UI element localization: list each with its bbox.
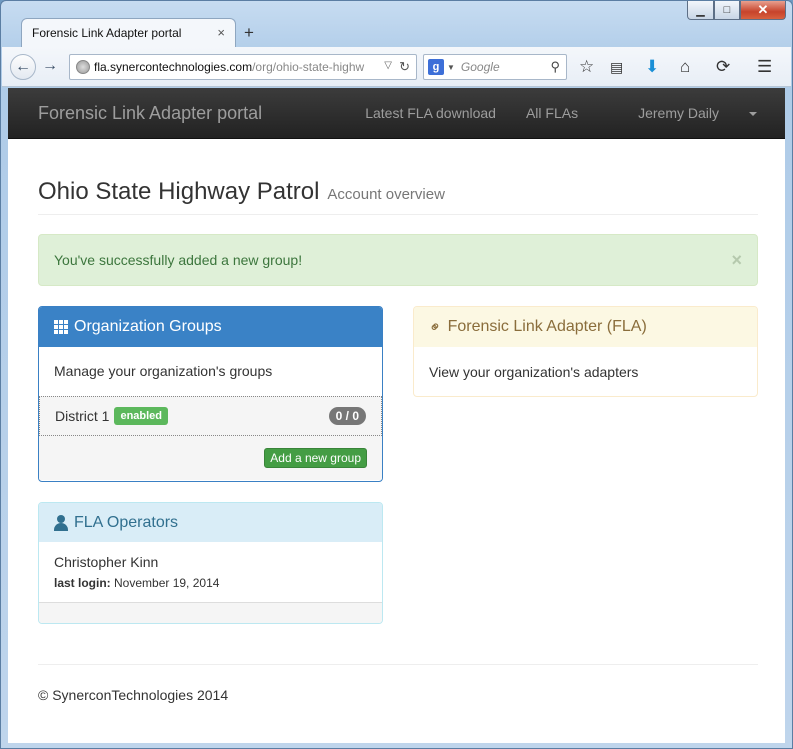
user-icon — [54, 514, 68, 531]
groups-panel-title: Organization Groups — [74, 318, 222, 335]
new-tab-button[interactable]: + — [244, 23, 254, 43]
browser-tab[interactable]: Forensic Link Adapter portal × — [21, 18, 236, 47]
fla-operators-panel: FLA Operators Christopher Kinn last logi… — [38, 502, 383, 624]
user-name: Jeremy Daily — [638, 105, 719, 121]
navbar-brand[interactable]: Forensic Link Adapter portal — [38, 103, 262, 124]
count-badge: 0 / 0 — [328, 407, 366, 425]
back-button[interactable]: ← — [10, 54, 36, 80]
browser-window: ▁ □ ✕ Forensic Link Adapter portal × + ←… — [0, 0, 793, 749]
home-icon[interactable]: ⌂ — [680, 57, 690, 77]
page-header: Ohio State Highway Patrol Account overvi… — [38, 178, 758, 215]
url-dropdown-icon[interactable]: ▽ — [384, 60, 392, 71]
operators-panel-title: FLA Operators — [74, 513, 179, 531]
success-alert: You've successfully added a new group! × — [38, 234, 758, 286]
google-icon[interactable]: g — [428, 59, 444, 75]
nav-latest-download[interactable]: Latest FLA download — [365, 105, 496, 121]
site-navbar: Forensic Link Adapter portal Latest FLA … — [8, 88, 785, 139]
groups-panel-heading: Organization Groups — [39, 307, 382, 347]
fla-panel-description[interactable]: View your organization's adapters — [414, 347, 757, 396]
history-icon[interactable]: ⟳ — [716, 57, 730, 77]
page-subtitle: Account overview — [327, 186, 445, 203]
alert-message: You've successfully added a new group! — [54, 252, 303, 268]
search-icon[interactable]: ⚲ — [550, 59, 560, 75]
browser-toolbar: ← → fla.synercontechnologies.com/org/ohi… — [2, 47, 791, 87]
add-group-button[interactable]: Add a new group — [264, 448, 367, 468]
operators-panel-footer — [39, 602, 382, 623]
groups-panel-footer: Add a new group — [39, 436, 382, 480]
search-box[interactable]: g ▼ Google ⚲ — [423, 54, 567, 80]
minimize-button[interactable]: ▁ — [687, 1, 714, 20]
forward-button[interactable]: → — [42, 57, 58, 75]
menu-icon[interactable]: ☰ — [757, 57, 772, 77]
copyright-text: © SynerconTechnologies 2014 — [38, 687, 229, 703]
search-engine-dropdown-icon[interactable]: ▼ — [447, 63, 455, 72]
bookmarks-list-icon[interactable]: ▤ — [610, 59, 623, 76]
tab-title: Forensic Link Adapter portal — [32, 26, 182, 40]
last-login: last login: November 19, 2014 — [54, 576, 367, 590]
group-name: District 1 — [55, 408, 110, 424]
operator-entry: Christopher Kinn last login: November 19… — [39, 542, 382, 602]
last-login-value: November 19, 2014 — [114, 576, 220, 590]
groups-panel-description: Manage your organization's groups — [54, 363, 273, 379]
page-footer: © SynerconTechnologies 2014 — [38, 664, 758, 703]
nav-user-menu[interactable]: Jeremy Daily — [608, 105, 757, 121]
link-icon: ⚭ — [425, 316, 447, 338]
last-login-label: last login: — [54, 576, 111, 590]
web-page: Forensic Link Adapter portal Latest FLA … — [8, 88, 785, 743]
status-badge: enabled — [114, 407, 169, 425]
fla-panel: ⚭ Forensic Link Adapter (FLA) View your … — [413, 306, 758, 397]
search-placeholder: Google — [460, 60, 500, 74]
list-item[interactable]: District 1 enabled 0 / 0 — [39, 396, 382, 436]
url-domain: fla.synercontechnologies.com — [94, 60, 253, 74]
caret-down-icon — [749, 112, 757, 117]
page-title: Ohio State Highway Patrol — [38, 178, 320, 205]
nav-all-flas[interactable]: All FLAs — [526, 105, 578, 121]
address-bar[interactable]: fla.synercontechnologies.com/org/ohio-st… — [69, 54, 417, 80]
url-path: /org/ohio-state-highw — [252, 60, 365, 74]
window-controls: ▁ □ ✕ — [687, 1, 786, 20]
maximize-button[interactable]: □ — [714, 1, 740, 20]
grid-icon — [54, 320, 68, 334]
globe-icon — [76, 60, 90, 74]
operators-panel-heading: FLA Operators — [39, 503, 382, 542]
organization-groups-panel: Organization Groups Manage your organiza… — [38, 306, 383, 482]
reload-icon[interactable]: ↻ — [399, 59, 410, 75]
fla-panel-heading: ⚭ Forensic Link Adapter (FLA) — [414, 307, 757, 347]
fla-panel-title: Forensic Link Adapter (FLA) — [447, 318, 647, 335]
navbar-links: Latest FLA download All FLAs Jeremy Dail… — [335, 105, 757, 121]
download-icon[interactable]: ⬇ — [645, 57, 659, 77]
operator-name[interactable]: Christopher Kinn — [54, 554, 367, 570]
tab-close-icon[interactable]: × — [217, 25, 225, 40]
bookmark-star-icon[interactable]: ☆ — [579, 57, 594, 77]
alert-close-icon[interactable]: × — [731, 250, 742, 271]
close-window-button[interactable]: ✕ — [740, 1, 786, 20]
